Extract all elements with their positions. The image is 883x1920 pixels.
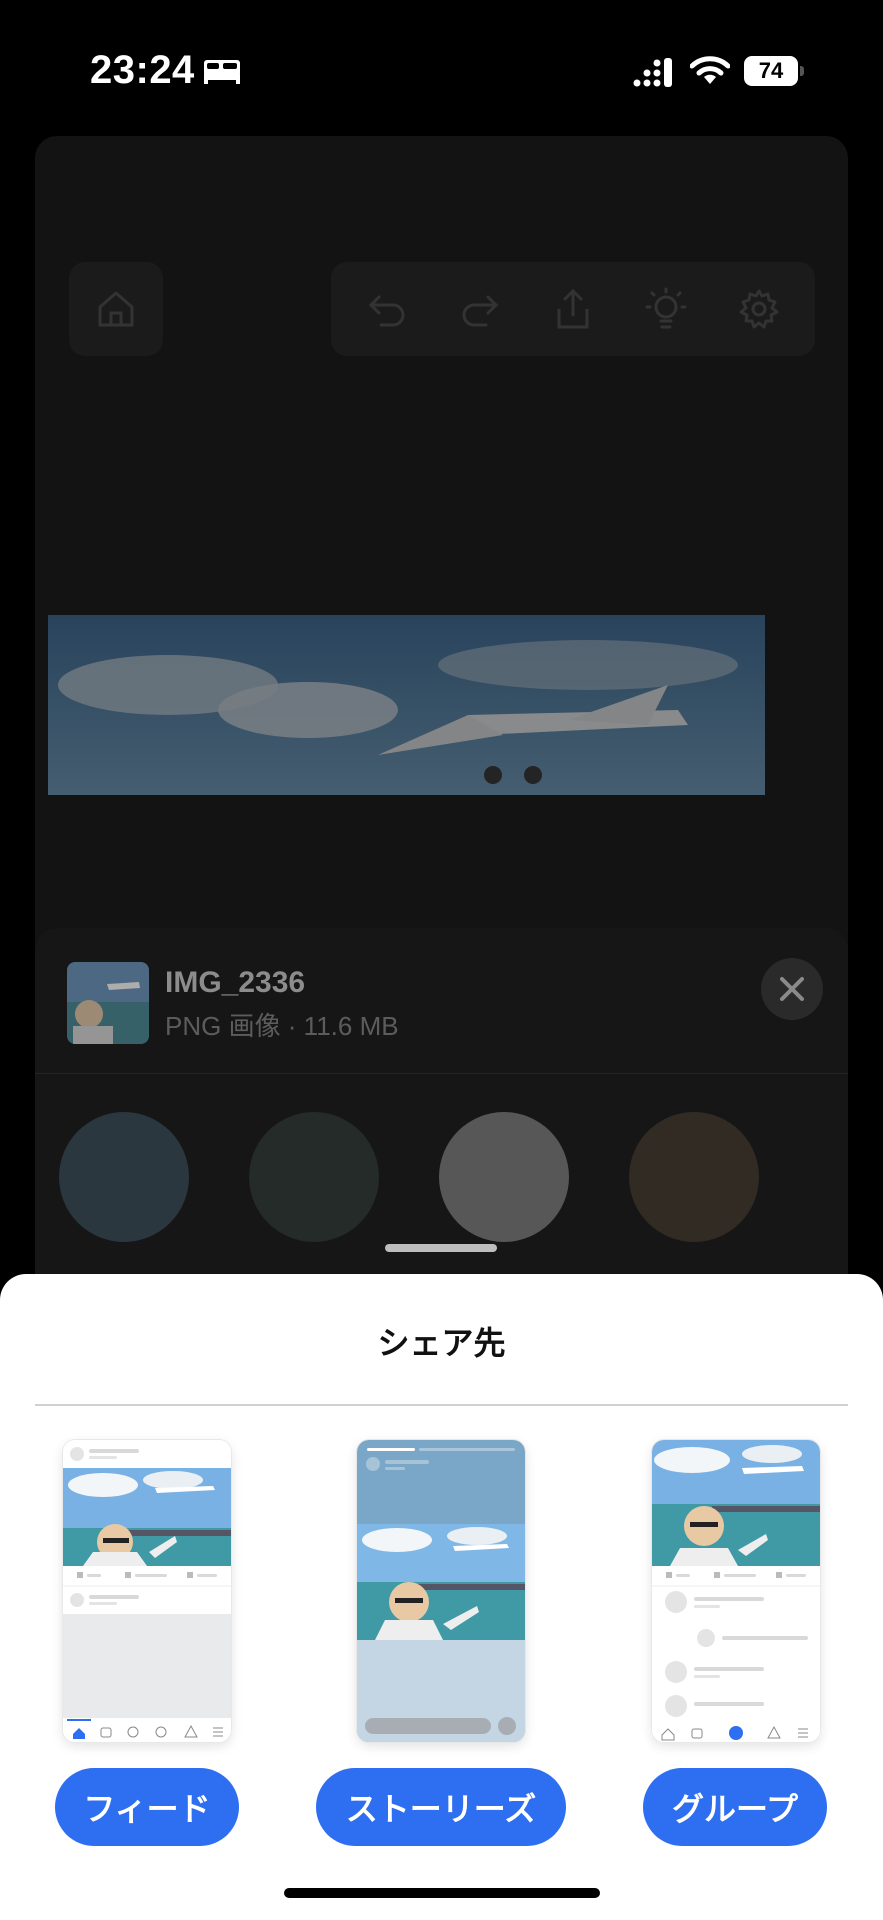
undo-icon [369,295,405,327]
home-indicator [284,1888,600,1898]
share-destination-sheet: シェア先 フィード ストーリーズ グループ [0,1274,883,1920]
stories-button[interactable]: ストーリーズ [316,1768,566,1846]
lightbulb-icon [645,287,687,329]
bed-icon [204,60,240,84]
contact-avatar[interactable] [249,1112,379,1242]
close-icon [780,977,804,1001]
contact-avatar[interactable] [59,1112,189,1242]
sheet-grab-handle[interactable] [385,1244,497,1252]
battery-icon: 74 [744,56,804,86]
signal-icon [633,58,672,87]
sheet-title: シェア先 [377,1325,506,1361]
feed-button[interactable]: フィード [55,1768,239,1846]
editor-toolbar [331,262,815,356]
status-time: 23:24 [90,48,195,92]
system-share-sheet: IMG_2336 PNG 画像 · 11.6 MB [35,928,848,1288]
wifi-icon [690,56,730,84]
redo-button[interactable] [454,283,506,335]
home-button[interactable] [69,262,163,356]
stories-preview[interactable] [357,1440,525,1742]
file-name: IMG_2336 [165,966,306,999]
file-thumbnail [67,962,149,1044]
photo-canvas [48,615,765,795]
home-icon [98,291,134,327]
feed-preview[interactable] [63,1440,231,1742]
status-bar: 23:24 74 [0,0,883,130]
battery-level: 74 [758,58,784,83]
share-button[interactable] [547,283,599,335]
undo-button[interactable] [361,283,413,335]
settings-icon [739,289,779,329]
contact-avatar[interactable] [629,1112,759,1242]
groups-preview[interactable] [652,1440,820,1742]
settings-button[interactable] [733,283,785,335]
groups-button[interactable]: グループ [643,1768,827,1846]
tips-button[interactable] [640,283,692,335]
sheet-divider [35,1073,848,1074]
sheet-title-divider [35,1404,848,1406]
close-share-sheet-button[interactable] [761,958,823,1020]
redo-icon [462,295,499,327]
share-icon [557,288,589,329]
contact-avatar[interactable] [439,1112,569,1242]
file-meta: PNG 画像 · 11.6 MB [165,1011,399,1041]
